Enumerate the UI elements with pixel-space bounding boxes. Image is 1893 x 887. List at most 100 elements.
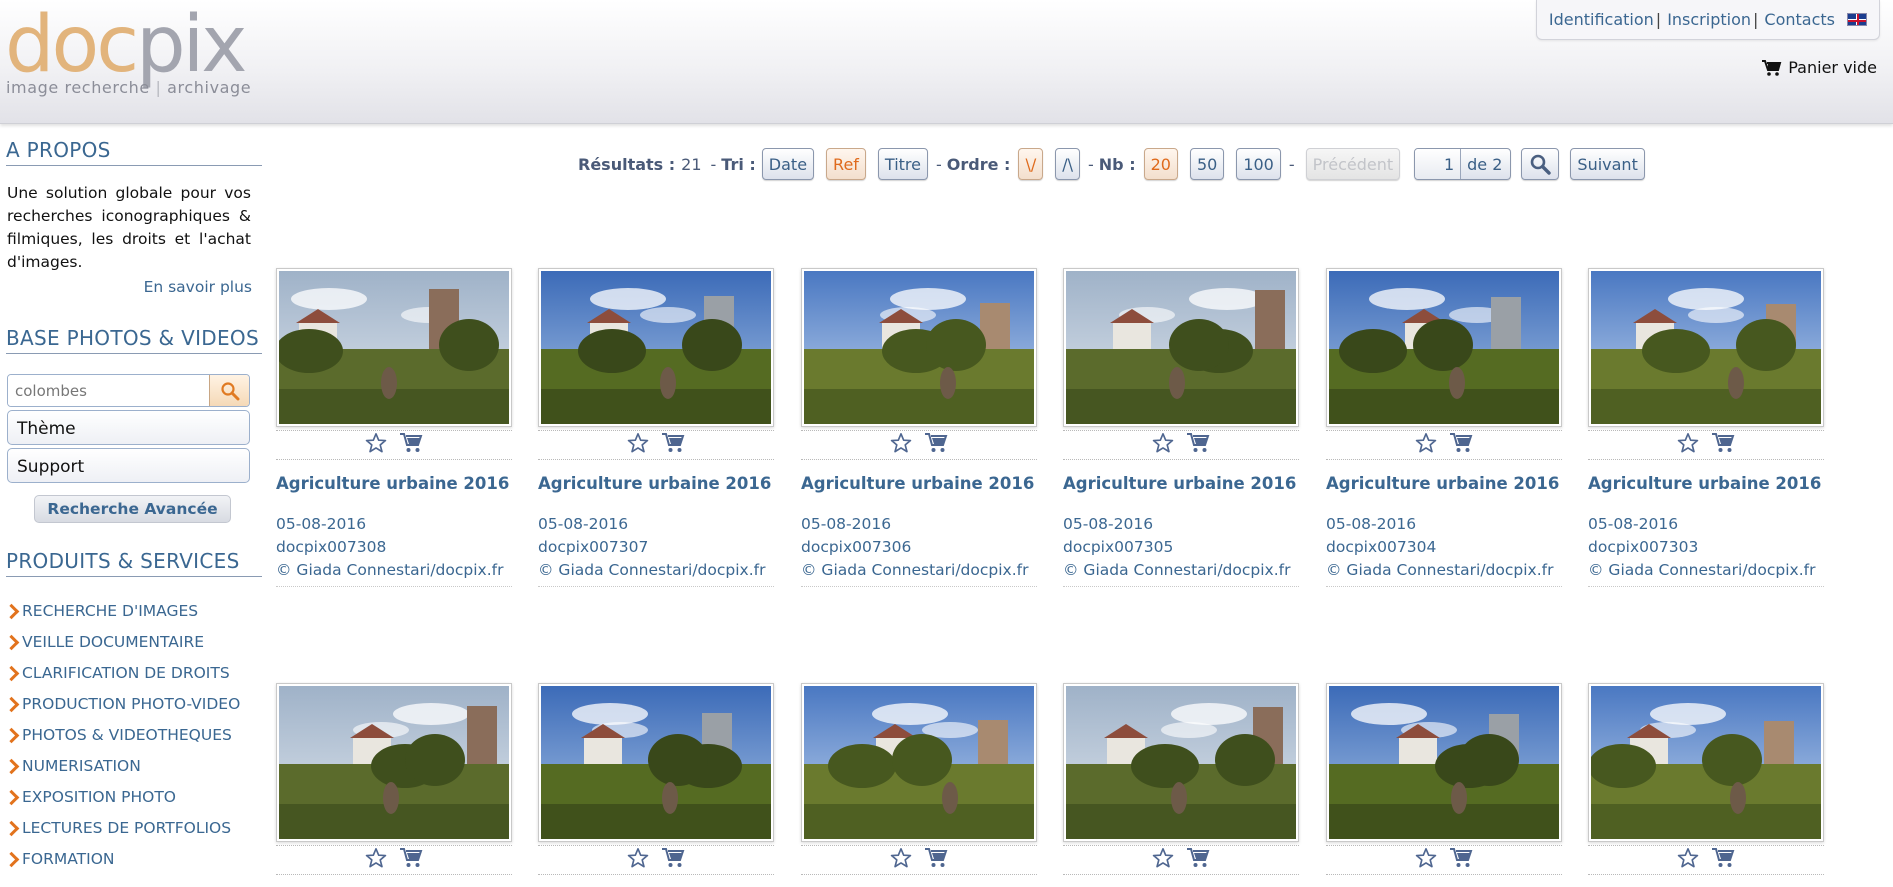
cart-icon[interactable] bbox=[1449, 847, 1473, 869]
add-to-cart-button[interactable] bbox=[661, 847, 685, 873]
next-button[interactable]: Suivant bbox=[1570, 148, 1645, 180]
inscription-link[interactable]: Inscription bbox=[1667, 10, 1751, 29]
star-icon[interactable] bbox=[1415, 432, 1437, 454]
add-to-cart-button[interactable] bbox=[1186, 432, 1210, 458]
learn-more-link[interactable]: En savoir plus bbox=[0, 278, 252, 296]
favorite-button[interactable] bbox=[1415, 432, 1437, 458]
service-item[interactable]: LECTURES DE PORTFOLIOS bbox=[6, 812, 265, 843]
favorite-button[interactable] bbox=[1152, 432, 1174, 458]
favorite-button[interactable] bbox=[1415, 847, 1437, 873]
photo-thumbnail[interactable] bbox=[1588, 683, 1824, 842]
add-to-cart-button[interactable] bbox=[1449, 847, 1473, 873]
go-page-button[interactable] bbox=[1521, 148, 1560, 180]
nb-100-button[interactable]: 100 bbox=[1236, 148, 1281, 180]
photo-thumbnail-image bbox=[541, 686, 771, 839]
cart-icon[interactable] bbox=[661, 432, 685, 454]
photo-thumbnail[interactable] bbox=[276, 683, 512, 842]
star-icon[interactable] bbox=[1152, 432, 1174, 454]
service-item[interactable]: VEILLE DOCUMENTAIRE bbox=[6, 626, 265, 657]
service-item[interactable]: RECHERCHE D'IMAGES bbox=[6, 595, 265, 626]
cart-status[interactable]: Panier vide bbox=[1761, 58, 1877, 77]
photo-thumbnail[interactable] bbox=[276, 268, 512, 427]
cart-icon[interactable] bbox=[924, 432, 948, 454]
favorite-button[interactable] bbox=[890, 847, 912, 873]
favorite-button[interactable] bbox=[365, 432, 387, 458]
photo-thumbnail[interactable] bbox=[1063, 268, 1299, 427]
service-item[interactable]: PRODUCTION PHOTO-VIDEO bbox=[6, 688, 265, 719]
cart-icon[interactable] bbox=[1711, 847, 1735, 869]
favorite-button[interactable] bbox=[365, 847, 387, 873]
page-input[interactable] bbox=[1415, 149, 1462, 179]
photo-thumbnail[interactable] bbox=[1063, 683, 1299, 842]
photo-thumbnail[interactable] bbox=[801, 268, 1037, 427]
add-to-cart-button[interactable] bbox=[924, 432, 948, 458]
star-icon[interactable] bbox=[1677, 432, 1699, 454]
photo-thumbnail[interactable] bbox=[1588, 268, 1824, 427]
cart-icon[interactable] bbox=[1449, 432, 1473, 454]
add-to-cart-button[interactable] bbox=[924, 847, 948, 873]
docpix-logo[interactable]: docpix image recherche | archivage bbox=[5, 6, 265, 97]
sort-date-button[interactable]: Date bbox=[761, 148, 815, 180]
favorite-button[interactable] bbox=[627, 847, 649, 873]
star-icon[interactable] bbox=[890, 847, 912, 869]
service-item[interactable]: NUMERISATION bbox=[6, 750, 265, 781]
cart-icon[interactable] bbox=[1186, 432, 1210, 454]
nb-20-button[interactable]: 20 bbox=[1143, 148, 1178, 180]
star-icon[interactable] bbox=[365, 847, 387, 869]
cart-icon[interactable] bbox=[1186, 847, 1210, 869]
uk-flag-icon[interactable] bbox=[1847, 13, 1867, 26]
favorite-button[interactable] bbox=[1677, 432, 1699, 458]
card-title[interactable]: Agriculture urbaine 2016 bbox=[1588, 474, 1824, 493]
add-to-cart-button[interactable] bbox=[399, 432, 423, 458]
add-to-cart-button[interactable] bbox=[1186, 847, 1210, 873]
favorite-button[interactable] bbox=[627, 432, 649, 458]
photo-thumbnail[interactable] bbox=[1326, 683, 1562, 842]
order-asc-button[interactable]: /\ bbox=[1055, 148, 1080, 180]
theme-dropdown[interactable]: Thème bbox=[7, 410, 250, 445]
star-icon[interactable] bbox=[365, 432, 387, 454]
add-to-cart-button[interactable] bbox=[661, 432, 685, 458]
cart-icon[interactable] bbox=[1711, 432, 1735, 454]
card-title[interactable]: Agriculture urbaine 2016 bbox=[538, 474, 774, 493]
card-title[interactable]: Agriculture urbaine 2016 bbox=[276, 474, 512, 493]
card-title[interactable]: Agriculture urbaine 2016 bbox=[1326, 474, 1562, 493]
photo-thumbnail[interactable] bbox=[538, 683, 774, 842]
add-to-cart-button[interactable] bbox=[399, 847, 423, 873]
star-icon[interactable] bbox=[1415, 847, 1437, 869]
contacts-link[interactable]: Contacts bbox=[1764, 10, 1835, 29]
favorite-button[interactable] bbox=[1677, 847, 1699, 873]
service-item[interactable]: EXPOSITION PHOTO bbox=[6, 781, 265, 812]
service-item[interactable]: PHOTOS & VIDEOTHEQUES bbox=[6, 719, 265, 750]
cart-icon[interactable] bbox=[924, 847, 948, 869]
cart-icon[interactable] bbox=[399, 432, 423, 454]
cart-icon[interactable] bbox=[399, 847, 423, 869]
service-item[interactable]: CLARIFICATION DE DROITS bbox=[6, 657, 265, 688]
cart-icon[interactable] bbox=[661, 847, 685, 869]
star-icon[interactable] bbox=[1152, 847, 1174, 869]
photo-thumbnail[interactable] bbox=[538, 268, 774, 427]
order-desc-button[interactable]: \/ bbox=[1018, 148, 1044, 180]
search-input[interactable] bbox=[8, 375, 209, 406]
add-to-cart-button[interactable] bbox=[1711, 847, 1735, 873]
star-icon[interactable] bbox=[627, 847, 649, 869]
photo-thumbnail[interactable] bbox=[1326, 268, 1562, 427]
support-dropdown[interactable]: Support bbox=[7, 448, 250, 483]
star-icon[interactable] bbox=[890, 432, 912, 454]
nb-50-button[interactable]: 50 bbox=[1189, 148, 1225, 180]
favorite-button[interactable] bbox=[890, 432, 912, 458]
previous-button[interactable]: Précédent bbox=[1305, 148, 1401, 180]
card-title[interactable]: Agriculture urbaine 2016 bbox=[1063, 474, 1299, 493]
add-to-cart-button[interactable] bbox=[1711, 432, 1735, 458]
card-title[interactable]: Agriculture urbaine 2016 bbox=[801, 474, 1037, 493]
star-icon[interactable] bbox=[627, 432, 649, 454]
search-button[interactable] bbox=[209, 375, 249, 406]
photo-thumbnail[interactable] bbox=[801, 683, 1037, 842]
service-item[interactable]: FORMATION bbox=[6, 843, 265, 874]
sort-title-button[interactable]: Titre bbox=[877, 148, 928, 180]
advanced-search-button[interactable]: Recherche Avancée bbox=[34, 495, 231, 523]
favorite-button[interactable] bbox=[1152, 847, 1174, 873]
add-to-cart-button[interactable] bbox=[1449, 432, 1473, 458]
identification-link[interactable]: Identification bbox=[1549, 10, 1654, 29]
sort-ref-button[interactable]: Ref bbox=[826, 148, 866, 180]
star-icon[interactable] bbox=[1677, 847, 1699, 869]
